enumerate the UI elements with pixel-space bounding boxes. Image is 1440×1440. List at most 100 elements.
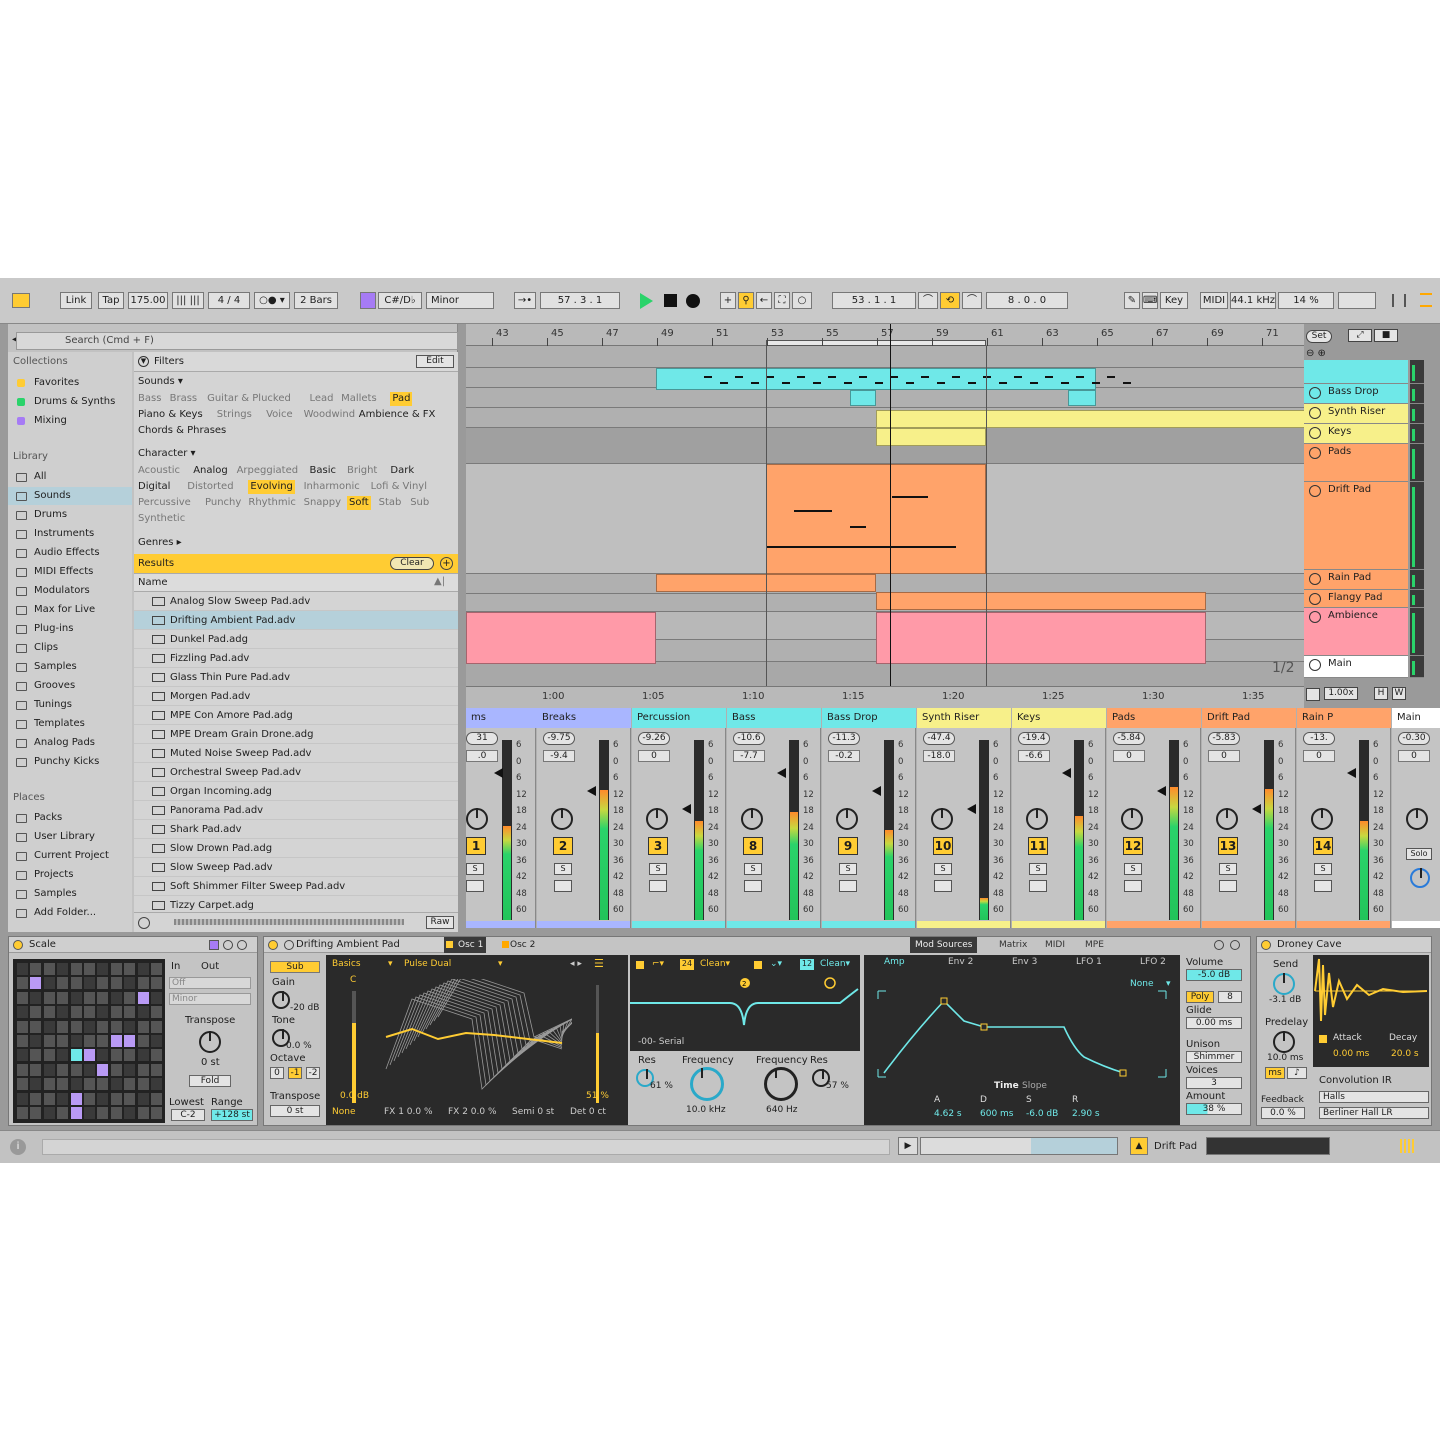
env-target-dropdown-icon[interactable]: ▾ xyxy=(1166,979,1171,989)
solo-button[interactable]: S xyxy=(1124,863,1142,875)
scale-grid-cell[interactable] xyxy=(43,963,55,975)
volume-field[interactable]: -11.3 xyxy=(828,732,860,745)
scale-grid-cell[interactable] xyxy=(17,1063,28,1076)
pan-knob[interactable] xyxy=(741,808,763,830)
time-ruler[interactable]: 1:00 1:05 1:10 1:15 1:20 1:25 1:30 1:35 xyxy=(466,686,1304,708)
scale-grid-cell[interactable] xyxy=(97,1078,109,1091)
zoom-arrows-icon[interactable]: ⊖ ⊕ xyxy=(1306,348,1326,359)
filter-tag[interactable]: Stab xyxy=(379,496,402,510)
volume-field[interactable]: -19.4 xyxy=(1018,732,1050,745)
filter-tag[interactable]: Piano & Keys xyxy=(138,408,203,422)
solo-button[interactable]: S xyxy=(554,863,572,875)
scale-grid-cell[interactable] xyxy=(124,1078,136,1091)
scale-grid-cell[interactable] xyxy=(151,1063,162,1076)
env-tab[interactable]: LFO 2 xyxy=(1140,957,1166,967)
gain-knob[interactable] xyxy=(272,991,290,1009)
tempo-field[interactable]: 175.00 xyxy=(128,292,168,309)
filter-tag[interactable]: Pad xyxy=(390,392,413,406)
result-row[interactable]: MPE Con Amore Pad.adg xyxy=(134,706,458,725)
volume-fader-icon[interactable] xyxy=(1157,786,1166,796)
scale-grid-cell[interactable] xyxy=(151,977,162,990)
track-header[interactable]: Ambience xyxy=(1304,608,1408,656)
scale-grid-cell[interactable] xyxy=(43,1092,55,1105)
arm-button[interactable] xyxy=(1219,880,1237,892)
track-activator-button[interactable]: 8 xyxy=(743,837,763,855)
octave-0-button[interactable]: 0 xyxy=(270,1067,284,1079)
scale-grid-cell[interactable] xyxy=(124,1107,136,1119)
scale-grid-cell[interactable] xyxy=(97,1035,109,1047)
song-position-field[interactable]: 57 . 3 . 1 xyxy=(540,292,620,309)
filter-tag[interactable]: Strings xyxy=(217,408,252,422)
arrangement-view-icon[interactable] xyxy=(1392,294,1406,307)
pan-field[interactable]: -7.7 xyxy=(733,750,765,762)
arrangement-clip[interactable] xyxy=(1068,390,1096,406)
filter-tag[interactable]: Voice xyxy=(266,408,293,422)
osc-fx2[interactable]: FX 2 0.0 % xyxy=(448,1107,497,1117)
track-header[interactable]: Flangy Pad xyxy=(1304,590,1408,608)
scale-grid-cell[interactable] xyxy=(43,977,55,990)
scale-grid-cell[interactable] xyxy=(137,1078,149,1091)
library-item-templates[interactable]: Templates xyxy=(8,715,132,733)
arm-button[interactable] xyxy=(649,880,667,892)
result-row[interactable]: Glass Thin Pure Pad.adv xyxy=(134,668,458,687)
scale-save-icon[interactable] xyxy=(237,940,247,950)
volume-fader-icon[interactable] xyxy=(967,804,976,814)
scale-grid-cell[interactable] xyxy=(70,1035,82,1047)
overview-icon[interactable] xyxy=(1306,688,1320,701)
track-header[interactable]: Main xyxy=(1304,656,1408,678)
scale-grid-cell[interactable] xyxy=(110,1020,122,1033)
pan-field[interactable]: 0 xyxy=(638,750,670,762)
arrangement-clip[interactable] xyxy=(876,428,986,446)
pan-field[interactable]: -0.2 xyxy=(828,750,860,762)
scale-grid-cell[interactable] xyxy=(124,963,136,975)
scale-mode-icon[interactable] xyxy=(360,292,376,309)
osc-wave-select[interactable]: Pulse Dual xyxy=(404,959,451,969)
library-item-sounds[interactable]: Sounds xyxy=(8,487,132,505)
automation-arm-icon[interactable]: ⚲ xyxy=(738,292,754,309)
synth-save-icon[interactable] xyxy=(1230,940,1240,950)
add-icon[interactable]: + xyxy=(720,292,736,309)
device-chain-overview[interactable] xyxy=(1206,1137,1330,1155)
scale-grid-cell[interactable] xyxy=(57,1006,69,1019)
clear-results-button[interactable]: Clear xyxy=(390,557,434,570)
scale-grid-cell[interactable] xyxy=(57,1078,69,1091)
follow-icon[interactable]: →• xyxy=(514,292,536,309)
pan-field[interactable]: 0 xyxy=(1303,750,1335,762)
scale-grid-cell[interactable] xyxy=(151,963,162,975)
scale-power-icon[interactable] xyxy=(13,940,23,950)
scale-grid-cell[interactable] xyxy=(30,963,42,975)
arm-button[interactable] xyxy=(839,880,857,892)
filter2-freq-knob[interactable] xyxy=(764,1067,798,1101)
scale-grid-cell[interactable] xyxy=(151,1035,162,1047)
mod-tab[interactable]: Matrix xyxy=(994,937,1032,953)
pan-knob[interactable] xyxy=(551,808,573,830)
scale-grid-cell[interactable] xyxy=(43,991,55,1004)
scale-grid-cell[interactable] xyxy=(70,1092,82,1105)
scale-grid-cell[interactable] xyxy=(70,1063,82,1076)
expand-icon[interactable]: ⤢ xyxy=(1348,329,1372,342)
scale-grid-cell[interactable] xyxy=(30,1020,42,1033)
track-header[interactable]: Synth Riser xyxy=(1304,404,1408,424)
filter-tag[interactable]: Inharmonic xyxy=(304,480,360,494)
env-slope-mode[interactable]: Slope xyxy=(1022,1081,1047,1091)
volume-field[interactable]: 31 xyxy=(466,732,498,745)
track-activator-button[interactable]: 14 xyxy=(1313,837,1333,855)
ir-category-select[interactable]: Halls xyxy=(1319,1091,1429,1103)
scale-grid-cell[interactable] xyxy=(84,1092,95,1105)
solo-button[interactable]: S xyxy=(839,863,857,875)
lowest-field[interactable]: C-2 xyxy=(171,1109,205,1121)
track-activator-button[interactable]: 10 xyxy=(933,837,953,855)
place-item[interactable]: Samples xyxy=(8,885,132,903)
library-item-drums[interactable]: Drums xyxy=(8,506,132,524)
attack-enable-icon[interactable] xyxy=(1319,1035,1327,1043)
scale-grid-cell[interactable] xyxy=(17,1107,28,1119)
channel-name[interactable]: Drift Pad xyxy=(1202,708,1296,728)
env-tab[interactable]: Amp xyxy=(884,957,905,967)
bar-ruler[interactable]: 43 45 47 49 51 53 55 57 59 61 63 65 67 69 71 xyxy=(466,324,1304,346)
cue-volume-knob[interactable] xyxy=(1410,868,1430,888)
solo-button[interactable]: S xyxy=(744,863,762,875)
env-target-select[interactable]: None xyxy=(1130,979,1153,989)
result-row[interactable]: Dunkel Pad.adg xyxy=(134,630,458,649)
voice-count-select[interactable]: 8 xyxy=(1218,991,1242,1003)
capture-icon[interactable]: ⛶ xyxy=(774,292,790,309)
